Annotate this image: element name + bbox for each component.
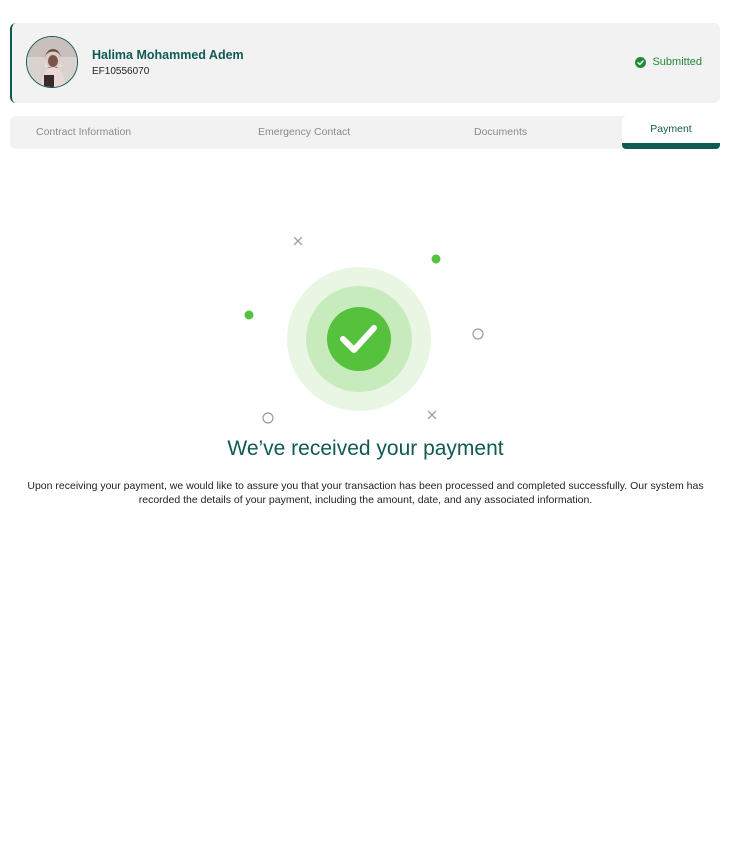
decor-dot bbox=[244, 310, 254, 320]
decor-cross bbox=[293, 236, 303, 246]
success-message: Upon receiving your payment, we would li… bbox=[27, 480, 704, 506]
tab-documents[interactable]: Documents bbox=[474, 116, 527, 149]
page: Halima Mohammed Adem EF10556070 Submitte… bbox=[0, 0, 743, 867]
check-circle-icon bbox=[635, 56, 647, 68]
decor-cross bbox=[427, 410, 437, 420]
tab-contract-information[interactable]: Contract Information bbox=[36, 116, 131, 149]
active-tab-indicator bbox=[622, 143, 720, 149]
profile-id: EF10556070 bbox=[92, 66, 150, 77]
decor-ring bbox=[472, 328, 484, 340]
tab-emergency-contact[interactable]: Emergency Contact bbox=[258, 116, 350, 149]
status-badge: Submitted bbox=[635, 56, 702, 68]
success-illustration bbox=[0, 225, 743, 435]
profile-name: Halima Mohammed Adem bbox=[92, 48, 244, 62]
profile-card: Halima Mohammed Adem EF10556070 Submitte… bbox=[10, 23, 720, 103]
decor-dot bbox=[431, 254, 441, 264]
success-title: We’ve received your payment bbox=[227, 437, 504, 460]
status-label: Submitted bbox=[652, 56, 702, 68]
avatar bbox=[26, 36, 78, 88]
tab-bar: Contract Information Emergency Contact D… bbox=[10, 116, 720, 149]
check-circle-icon bbox=[327, 307, 391, 371]
decor-ring bbox=[262, 412, 274, 424]
